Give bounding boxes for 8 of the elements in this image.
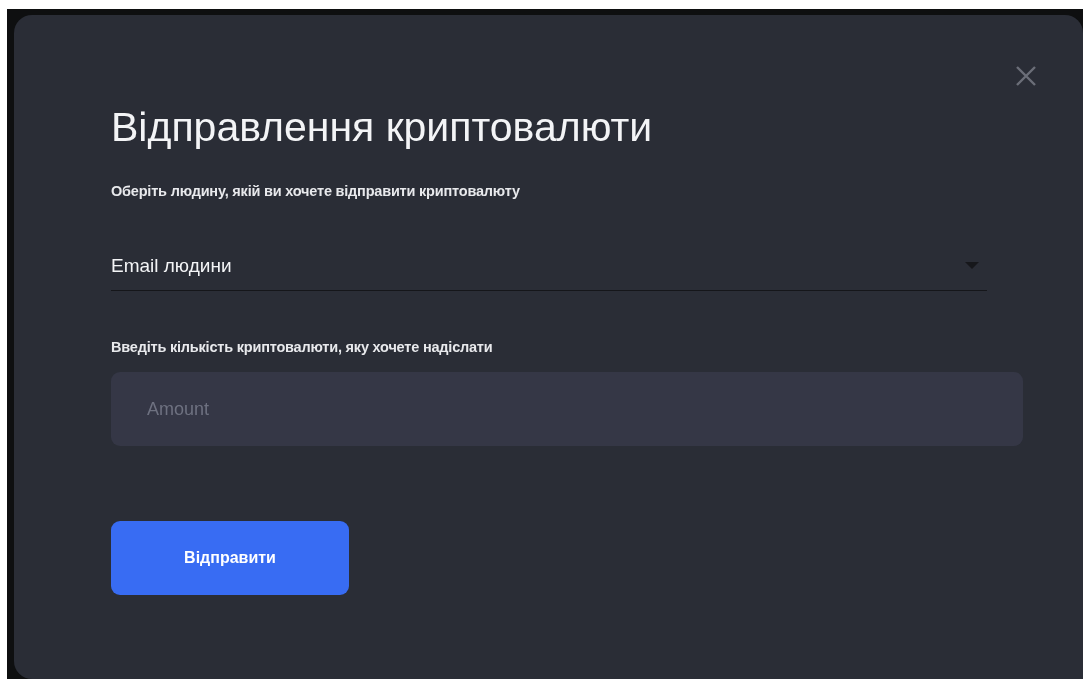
dialog-title: Відправлення криптовалюти: [111, 103, 653, 151]
caret-icon: [965, 262, 979, 269]
amount-field[interactable]: Amount: [111, 372, 1023, 446]
send-button[interactable]: Відправити: [111, 521, 349, 595]
close-icon[interactable]: [1015, 65, 1037, 87]
recipient-dropdown[interactable]: Email людини: [111, 251, 987, 291]
recipient-label: Оберіть людину, якій ви хочете відправити криптовалюту: [111, 183, 520, 199]
amount-label: Введіть кількість криптовалюти, яку хочете надіслати: [111, 339, 493, 355]
